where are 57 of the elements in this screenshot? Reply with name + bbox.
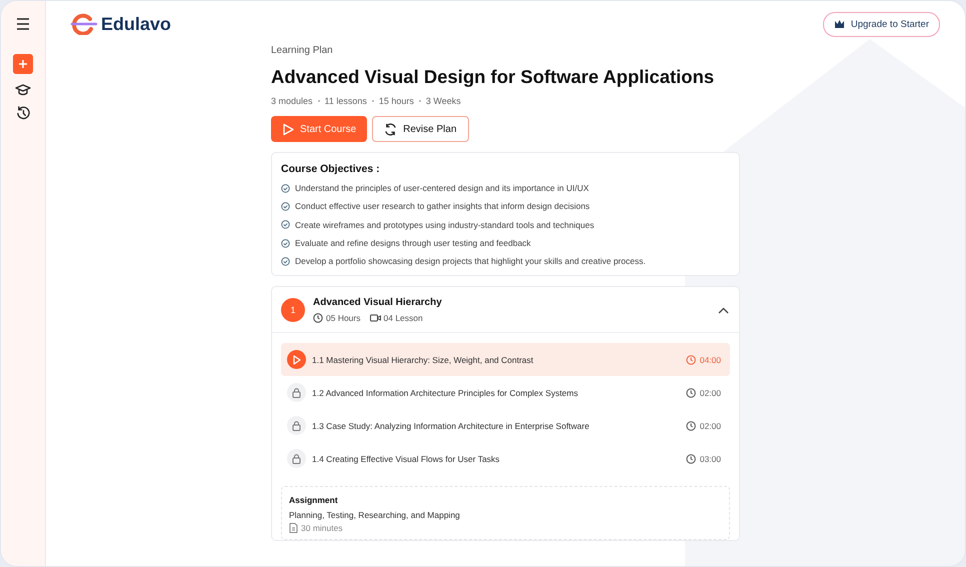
- module-lesson-count: 04 Lesson: [384, 313, 423, 324]
- clock-icon: [686, 354, 696, 365]
- lesson-duration: 04:00: [700, 354, 721, 365]
- logo-icon: [70, 13, 98, 35]
- upgrade-button[interactable]: Upgrade to Starter: [822, 12, 940, 36]
- course-meta: 3 Weeks: [426, 96, 461, 106]
- add-button[interactable]: [13, 54, 33, 74]
- course-meta: 11 lessons: [324, 96, 367, 106]
- chevron-icon[interactable]: [718, 306, 729, 314]
- lesson-duration: 02:00: [700, 388, 721, 398]
- clock-icon: [686, 420, 696, 431]
- assignment-heading: Assignment: [289, 495, 339, 506]
- revise-plan-button[interactable]: Revise Plan: [372, 116, 468, 142]
- lesson-row[interactable]: 1.3 Case Study: Analyzing Information Architecture in Enterprise Software 02:00: [281, 409, 730, 442]
- refresh-icon: [384, 122, 398, 136]
- video-camera-icon: [370, 314, 380, 322]
- clock-icon: [313, 313, 323, 324]
- course-title: Advanced Visual Design for Software Applications: [271, 66, 716, 88]
- lesson-duration: 03:00: [700, 454, 721, 464]
- document-icon: [289, 523, 298, 534]
- graduation-cap-icon[interactable]: [15, 83, 31, 97]
- lesson-title: 1.4 Creating Effective Visual Flows for User Tasks: [312, 454, 501, 464]
- objective-text: Understand the principles of user-centered design and its importance in UI/UX: [295, 183, 589, 194]
- module-hours: 05 Hours: [326, 313, 360, 324]
- lesson-row[interactable]: 1.4 Creating Effective Visual Flows for User Tasks 03:00: [281, 442, 730, 476]
- lesson-duration: 02:00: [700, 420, 721, 431]
- course-meta: 3 modules: [271, 96, 313, 106]
- check-circle-icon: [281, 238, 290, 248]
- module-number: 1: [281, 298, 305, 322]
- check-circle-icon: [281, 256, 290, 266]
- module-title: Advanced Visual Hierarchy: [313, 297, 443, 308]
- play-icon[interactable]: [287, 350, 306, 370]
- objectives-heading: Course Objectives :: [281, 163, 381, 175]
- lesson-title: 1.2 Advanced Information Architecture Principles for Complex Systems: [312, 388, 579, 398]
- objective-text: Evaluate and refine designs through user testing and feedback: [295, 238, 531, 248]
- lesson-title: 1.1 Mastering Visual Hierarchy: Size, Weight, and Contrast: [312, 354, 534, 365]
- objective-text: Develop a portfolio showcasing design projects that highlight your skills and creative process.: [295, 256, 646, 266]
- menu-icon[interactable]: [16, 18, 30, 30]
- assignment-text: Planning, Testing, Researching, and Mapping: [289, 510, 461, 520]
- clock-icon: [686, 454, 696, 464]
- page-eyebrow: Learning Plan: [271, 45, 334, 56]
- objective-text: Create wireframes and prototypes using industry-standard tools and techniques: [295, 220, 594, 230]
- check-circle-icon: [281, 202, 290, 211]
- clock-icon: [686, 388, 696, 398]
- lesson-row[interactable]: 1.1 Mastering Visual Hierarchy: Size, Weight, and Contrast 04:00: [281, 343, 730, 376]
- course-meta: 15 hours: [378, 96, 414, 106]
- brand-name: Edulavo: [101, 14, 172, 34]
- lesson-title: 1.3 Case Study: Analyzing Information Architecture in Enterprise Software: [312, 420, 590, 431]
- plus-icon: [18, 59, 28, 69]
- history-icon[interactable]: [16, 106, 30, 121]
- assignment-duration: 30 minutes: [301, 523, 343, 534]
- play-icon: [282, 122, 294, 136]
- check-circle-icon: [281, 220, 290, 230]
- objective-text: Conduct effective user research to gather insights that inform design decisions: [295, 201, 590, 212]
- lesson-row[interactable]: 1.2 Advanced Information Architecture Principles for Complex Systems 02:00: [281, 376, 730, 410]
- check-circle-icon: [281, 184, 290, 193]
- crown-icon: [834, 19, 845, 29]
